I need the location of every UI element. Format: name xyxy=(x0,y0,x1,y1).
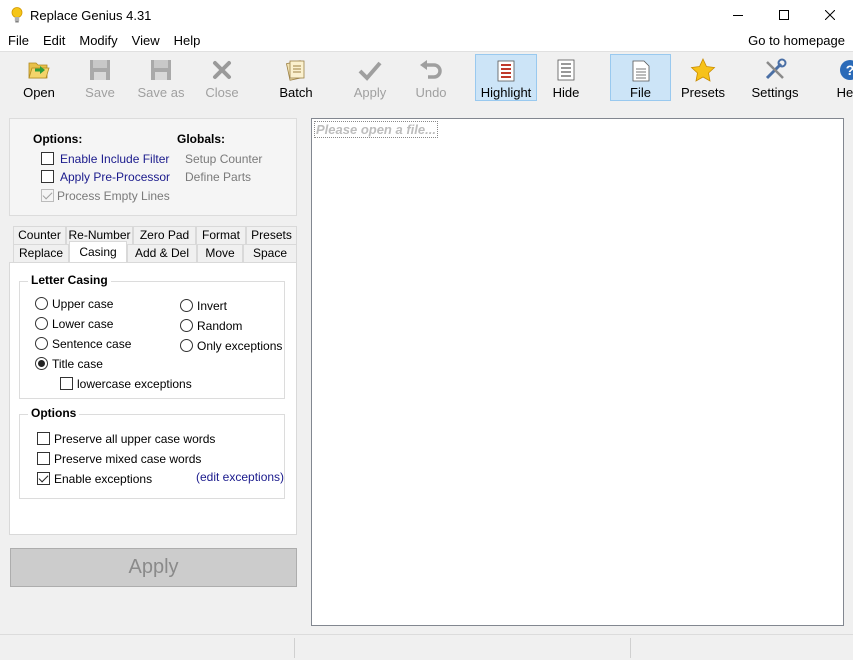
only-exceptions-radio[interactable] xyxy=(180,339,193,352)
tab-move[interactable]: Move xyxy=(197,244,243,262)
svg-text:?: ? xyxy=(846,62,853,78)
preserve-mixed-checkbox[interactable] xyxy=(37,452,50,465)
menu-view[interactable]: View xyxy=(125,30,167,51)
tab-zero-pad[interactable]: Zero Pad xyxy=(133,226,196,244)
setup-counter-link[interactable]: Setup Counter xyxy=(185,152,262,166)
preserve-upper-checkbox[interactable] xyxy=(37,432,50,445)
invert-label[interactable]: Invert xyxy=(197,299,227,313)
lowercase-exceptions-label[interactable]: lowercase exceptions xyxy=(77,377,192,391)
minimize-button[interactable] xyxy=(715,0,761,30)
tab-format[interactable]: Format xyxy=(196,226,246,244)
enable-exceptions-label[interactable]: Enable exceptions xyxy=(54,472,152,486)
preserve-mixed-label[interactable]: Preserve mixed case words xyxy=(54,452,201,466)
undo-arrow-icon xyxy=(418,57,444,83)
sentence-case-radio[interactable] xyxy=(35,337,48,350)
open-folder-icon xyxy=(26,57,52,83)
tab-space[interactable]: Space xyxy=(243,244,297,262)
casing-options-title: Options xyxy=(28,406,80,420)
tools-wrench-icon xyxy=(762,57,788,83)
tab-counter[interactable]: Counter xyxy=(13,226,66,244)
define-parts-link[interactable]: Define Parts xyxy=(185,170,251,184)
editor-placeholder: Please open a file... xyxy=(314,121,438,138)
menu-file[interactable]: File xyxy=(0,30,36,51)
include-filter-label[interactable]: Enable Include Filter xyxy=(60,152,169,166)
pre-processor-label[interactable]: Apply Pre-Processor xyxy=(60,170,170,184)
batch-button[interactable]: Batch xyxy=(274,54,318,101)
globals-heading: Globals: xyxy=(177,132,226,146)
tab-replace[interactable]: Replace xyxy=(13,244,69,262)
file-document-icon xyxy=(628,58,654,83)
letter-casing-group: Letter Casing Upper case Lower case Sent… xyxy=(19,273,285,399)
tab-add-del[interactable]: Add & Del xyxy=(127,244,197,262)
maximize-button[interactable] xyxy=(761,0,807,30)
close-window-button[interactable] xyxy=(807,0,853,30)
only-exceptions-label[interactable]: Only exceptions xyxy=(197,339,282,353)
random-label[interactable]: Random xyxy=(197,319,242,333)
highlight-document-icon xyxy=(493,58,519,83)
options-globals-box: Options: Enable Include Filter Apply Pre… xyxy=(9,118,297,216)
menu-modify[interactable]: Modify xyxy=(72,30,124,51)
left-panel: Options: Enable Include Filter Apply Pre… xyxy=(0,102,310,634)
enable-exceptions-checkbox[interactable] xyxy=(37,472,50,485)
invert-radio[interactable] xyxy=(180,299,193,312)
tab-casing[interactable]: Casing xyxy=(69,241,127,262)
status-divider xyxy=(630,638,631,658)
title-case-radio[interactable] xyxy=(35,357,48,370)
batch-documents-icon xyxy=(283,57,309,83)
hide-document-icon xyxy=(553,57,579,83)
title-case-label[interactable]: Title case xyxy=(52,357,103,371)
highlight-button[interactable]: Highlight xyxy=(475,54,537,101)
edit-exceptions-link[interactable]: (edit exceptions) xyxy=(196,470,284,484)
lower-case-label[interactable]: Lower case xyxy=(52,317,113,331)
upper-case-radio[interactable] xyxy=(35,297,48,310)
open-button[interactable]: Open xyxy=(16,54,62,101)
casing-options-group: Options Preserve all upper case words Pr… xyxy=(19,406,285,499)
pre-processor-checkbox[interactable] xyxy=(41,170,54,183)
text-editor[interactable]: Please open a file... xyxy=(311,118,844,626)
status-divider xyxy=(294,638,295,658)
menu-help[interactable]: Help xyxy=(167,30,208,51)
random-radio[interactable] xyxy=(180,319,193,332)
preserve-upper-label[interactable]: Preserve all upper case words xyxy=(54,432,215,446)
hide-button[interactable]: Hide xyxy=(544,54,588,101)
close-x-icon xyxy=(209,57,235,83)
checkmark-icon xyxy=(357,57,383,83)
save-button[interactable]: Save xyxy=(80,54,120,101)
empty-lines-label: Process Empty Lines xyxy=(57,189,170,203)
save-disk-icon xyxy=(87,57,113,83)
casing-tab-panel: Letter Casing Upper case Lower case Sent… xyxy=(9,262,297,535)
tab-presets[interactable]: Presets xyxy=(246,226,297,244)
save-as-disk-icon xyxy=(148,57,174,83)
status-bar xyxy=(0,634,853,660)
include-filter-checkbox[interactable] xyxy=(41,152,54,165)
file-view-button[interactable]: File xyxy=(610,54,671,101)
close-file-button[interactable]: Close xyxy=(200,54,244,101)
lightbulb-icon xyxy=(10,6,24,24)
title-bar: Replace Genius 4.31 xyxy=(0,0,853,30)
upper-case-label[interactable]: Upper case xyxy=(52,297,113,311)
letter-casing-title: Letter Casing xyxy=(28,273,111,287)
help-question-icon: ? xyxy=(837,57,853,83)
tab-row-2: Replace Casing Add & Del Move Space xyxy=(13,241,297,262)
menu-bar: File Edit Modify View Help Go to homepag… xyxy=(0,30,853,51)
toolbar: Open Save Save as Close Batch Apply Undo… xyxy=(0,51,853,102)
menu-edit[interactable]: Edit xyxy=(36,30,72,51)
tab-row-1: Counter Re-Number Zero Pad Format Preset… xyxy=(13,226,297,244)
options-heading: Options: xyxy=(33,132,83,146)
sentence-case-label[interactable]: Sentence case xyxy=(52,337,131,351)
lower-case-radio[interactable] xyxy=(35,317,48,330)
help-button[interactable]: ? Help xyxy=(830,54,853,101)
apply-button[interactable]: Apply xyxy=(10,548,297,587)
save-as-button[interactable]: Save as xyxy=(136,54,186,101)
window-title: Replace Genius 4.31 xyxy=(30,7,152,23)
presets-button[interactable]: Presets xyxy=(678,54,728,101)
empty-lines-checkbox[interactable] xyxy=(41,189,54,202)
undo-button[interactable]: Undo xyxy=(410,54,452,101)
homepage-link[interactable]: Go to homepage xyxy=(748,30,845,51)
settings-button[interactable]: Settings xyxy=(748,54,802,101)
apply-tool-button[interactable]: Apply xyxy=(348,54,392,101)
lowercase-exceptions-checkbox[interactable] xyxy=(60,377,73,390)
star-icon xyxy=(690,57,716,83)
